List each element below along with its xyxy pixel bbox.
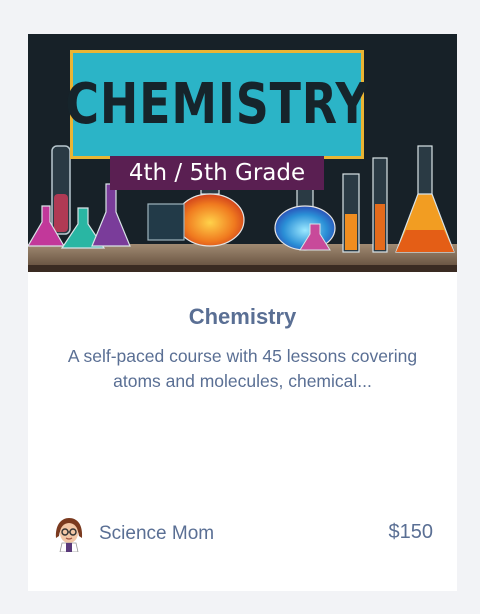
science-mom-avatar-icon: [53, 518, 85, 552]
course-description: A self-paced course with 45 lessons cove…: [67, 346, 418, 391]
course-price: $150: [388, 521, 434, 543]
course-banner-image[interactable]: CHEMISTRY 4th / 5th Grade: [28, 34, 457, 272]
course-title[interactable]: Chemistry: [28, 304, 457, 330]
author-name[interactable]: Science Mom: [99, 523, 214, 545]
banner-title-box: CHEMISTRY: [65, 50, 368, 159]
banner-title: CHEMISTRY: [64, 71, 370, 137]
card-footer: Science Mom $150: [28, 516, 457, 552]
banner-grade-label: 4th / 5th Grade: [110, 156, 324, 190]
course-card[interactable]: CHEMISTRY 4th / 5th Grade Chemistry A se…: [28, 34, 457, 591]
